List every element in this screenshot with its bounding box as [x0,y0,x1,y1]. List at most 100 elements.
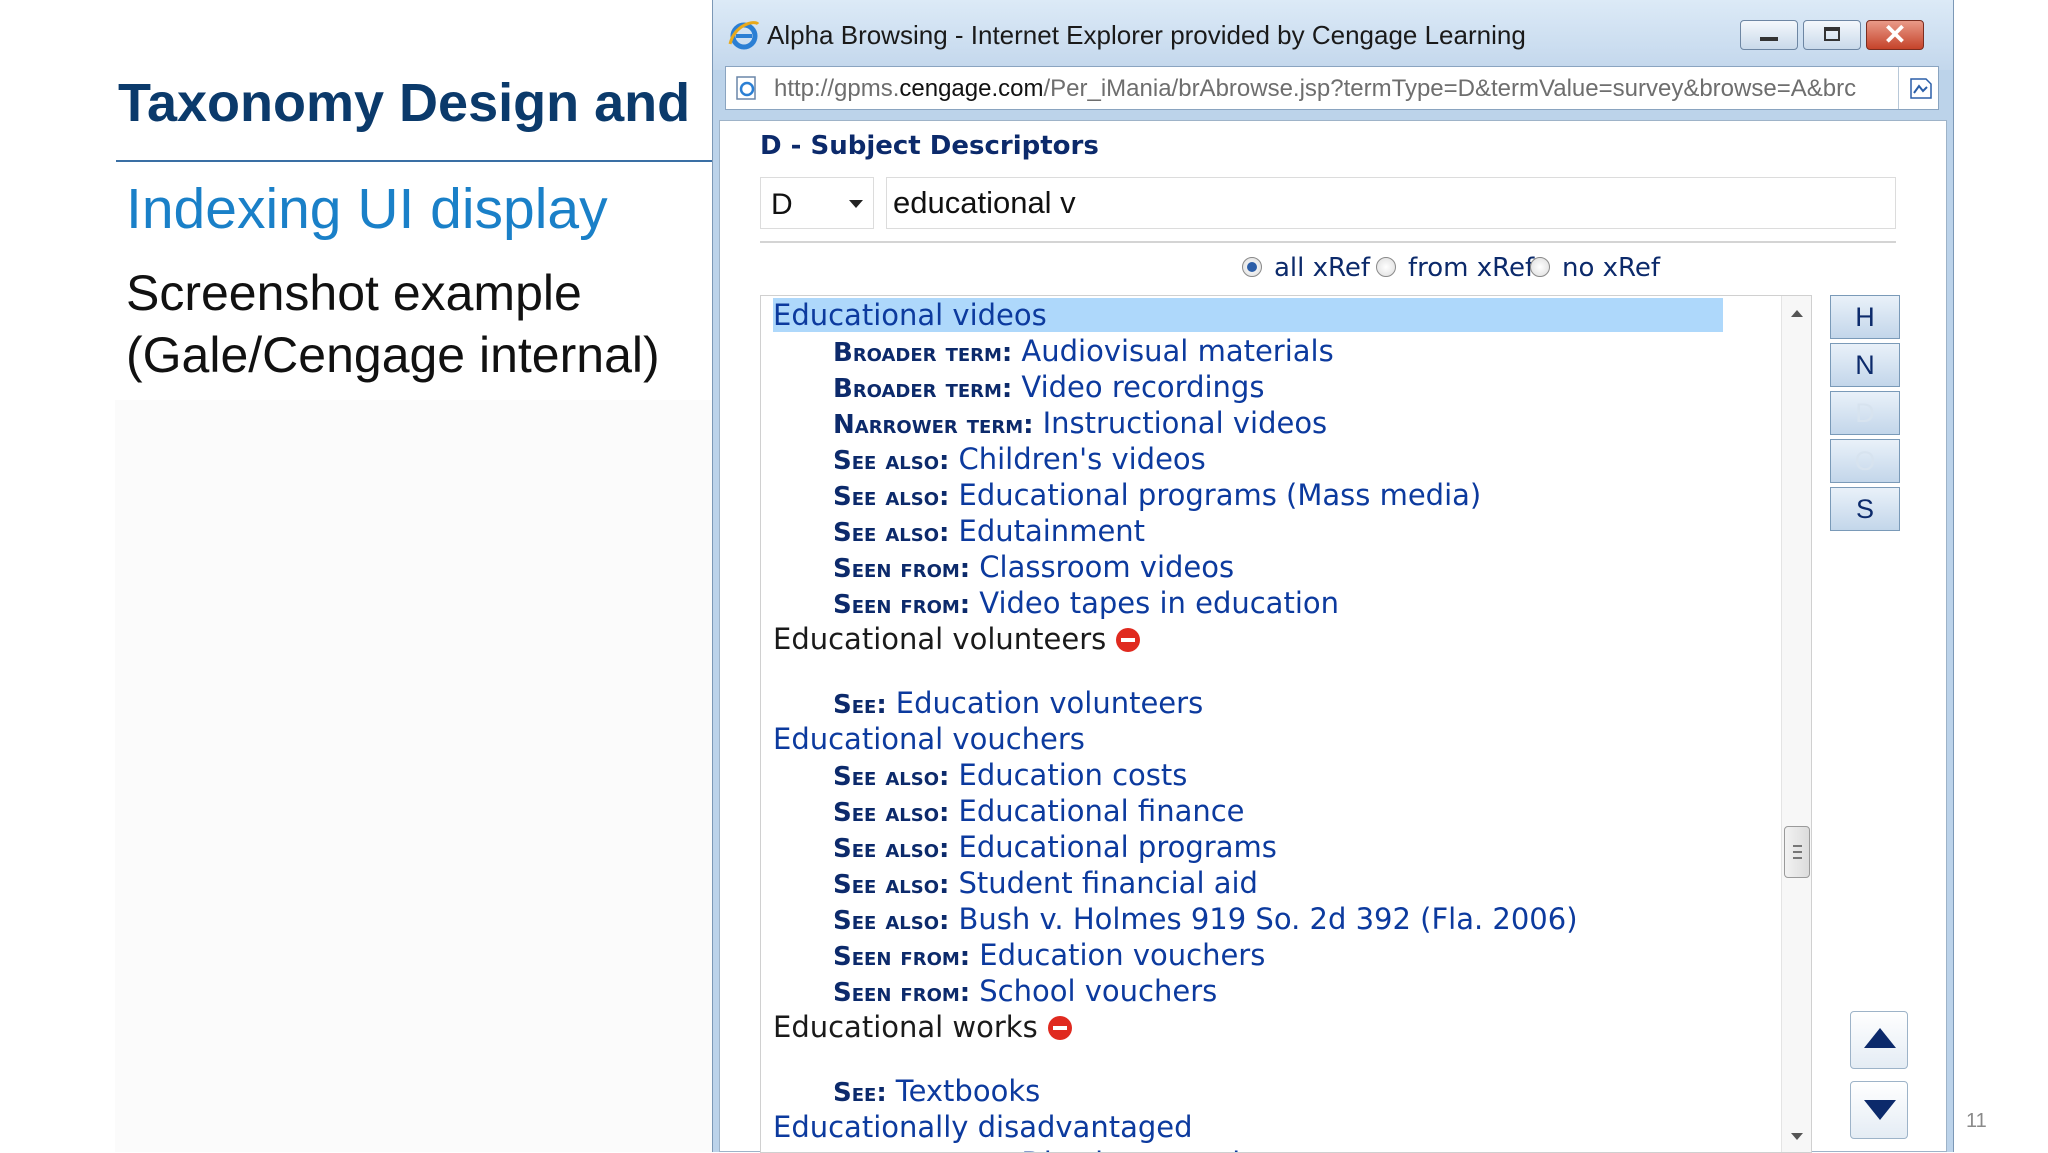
compatibility-view-icon[interactable] [1908,75,1934,101]
letter-button-n[interactable]: N [1830,343,1900,387]
slide-background [115,400,715,1152]
relation-item[interactable]: See also: Educational programs [833,830,1277,864]
slide-body-line: (Gale/Cengage internal) [126,327,660,383]
relation-term: Educational finance [958,794,1245,828]
relation-type: Seen from: [833,942,971,972]
relation-type: See: [833,1078,887,1108]
scroll-up-button[interactable] [1850,1011,1908,1069]
relation-item[interactable]: Seen from: School vouchers [833,974,1217,1008]
term-item[interactable]: Educational volunteers [773,622,1141,656]
relation-type: See also: [833,762,950,792]
slide-title: Taxonomy Design and [118,73,691,133]
relation-type: Seen from: [833,590,971,620]
relation-item[interactable]: See also: Educational finance [833,794,1245,828]
slide-body: Screenshot example (Gale/Cengage interna… [126,262,660,386]
radio-from-xref[interactable]: from xRef [1376,253,1534,283]
window-titlebar[interactable]: Alpha Browsing - Internet Explorer provi… [713,0,1953,70]
chevron-down-icon [849,200,863,208]
panel-heading: D - Subject Descriptors [760,131,1099,161]
relation-item[interactable]: Broader term: Video recordings [833,370,1264,404]
scroll-up-icon[interactable] [1791,310,1803,317]
relation-type: Broader term: [833,338,1013,368]
relation-type: Seen from: [833,554,971,584]
relation-item[interactable]: See: Textbooks [833,1074,1040,1108]
relation-term: Instructional videos [1042,406,1328,440]
arrow-down-icon [1864,1100,1896,1120]
term-label: Educational vouchers [773,722,1085,756]
relation-item[interactable]: See also: Educational programs (Mass medi… [833,478,1481,512]
maximize-icon [1824,27,1840,41]
ie-logo-icon [728,21,760,50]
relation-item[interactable]: Narrower term: Instructional videos [833,406,1327,440]
vertical-scrollbar[interactable] [1781,296,1811,1152]
term-item[interactable]: Educationally disadvantaged [773,1110,1193,1144]
relation-item[interactable]: Broader term: Audiovisual materials [833,334,1334,368]
relation-item[interactable]: See also: Edutainment [833,514,1145,548]
relation-term: Children's videos [958,442,1206,476]
relation-item[interactable]: See: Education volunteers [833,686,1203,720]
close-icon: ✕ [1883,19,1907,50]
term-item[interactable]: Educational videos [773,298,1723,332]
url-path: /Per_iMania/brAbrowse.jsp?termType=D&ter… [1043,75,1857,102]
term-type-select[interactable]: D [760,177,874,229]
relation-item[interactable]: Seen from: Video tapes in education [833,586,1339,620]
relation-term: Edutainment [958,514,1146,548]
maximize-button[interactable] [1803,20,1861,50]
term-item[interactable]: Educational works [773,1010,1072,1044]
relation-term: Education costs [958,758,1188,792]
radio-all-xref[interactable]: all xRef [1242,253,1370,283]
relation-type: See also: [833,834,950,864]
address-separator [1898,67,1899,109]
letter-button-h[interactable]: H [1830,295,1900,339]
relation-term: Education vouchers [979,938,1266,972]
url-text[interactable]: http://gpms.cengage.com/Per_iMania/brAbr… [774,75,1874,103]
minimize-button[interactable] [1740,20,1798,50]
term-item[interactable]: Educational vouchers [773,722,1085,756]
search-input[interactable] [886,177,1896,229]
relation-term: Textbooks [895,1074,1041,1108]
term-list[interactable]: Educational videos Broader term: Audiovisu… [760,295,1812,1153]
relation-term: Educational programs (Mass media) [958,478,1482,512]
relation-item[interactable]: See also: Children's videos [833,442,1206,476]
scroll-down-icon[interactable] [1791,1133,1803,1140]
term-label: Educationally disadvantaged [773,1110,1193,1144]
window-title: Alpha Browsing - Internet Explorer provi… [767,20,1526,50]
term-label: Educational volunteers [773,622,1107,656]
relation-term: Bush v. Holmes 919 So. 2d 392 (Fla. 2006… [958,902,1578,936]
relation-type: Seen from: [833,978,971,1008]
slide-page-number: 11 [1966,1110,1987,1132]
relation-type: See also: [833,870,950,900]
page-icon [736,76,756,100]
relation-term: Audiovisual materials [1021,334,1334,368]
radio-no-xref[interactable]: no xRef [1530,253,1660,283]
close-button[interactable]: ✕ [1866,19,1924,50]
slide-body-line: Screenshot example [126,265,582,321]
radio-indicator [1242,257,1262,277]
radio-label: all xRef [1274,253,1371,283]
relation-type: See also: [833,518,950,548]
relation-type: See also: [833,798,950,828]
relation-item[interactable]: Seen from: Classroom videos [833,550,1234,584]
relation-item[interactable]: See also: Student financial aid [833,866,1258,900]
relation-type: See also: [833,906,950,936]
slide-subtitle: Indexing UI display [126,177,608,241]
scroll-down-button[interactable] [1850,1081,1908,1139]
letter-button-s[interactable]: S [1830,487,1900,531]
relation-item[interactable]: Seen from: Education vouchers [833,938,1265,972]
relation-item[interactable]: See also: Education costs [833,758,1187,792]
title-divider [116,160,716,162]
grip-line [1793,845,1802,847]
letter-button-d[interactable]: D [1830,391,1900,435]
minimize-icon [1760,37,1778,41]
page-content: D - Subject Descriptors D all xRef from … [719,120,1947,1153]
grip-line [1793,857,1802,859]
radio-indicator [1530,257,1550,277]
no-entry-icon [1047,1016,1072,1040]
divider [760,241,1896,243]
letter-button-o[interactable]: O [1830,439,1900,483]
address-bar[interactable]: http://gpms.cengage.com/Per_iMania/brAbr… [725,66,1939,110]
term-label: Educational videos [773,298,1047,332]
scroll-thumb[interactable] [1784,826,1810,878]
relation-item[interactable]: See also: Bush v. Holmes 919 So. 2d 392 (… [833,902,1578,936]
relation-type: See also: [833,482,950,512]
